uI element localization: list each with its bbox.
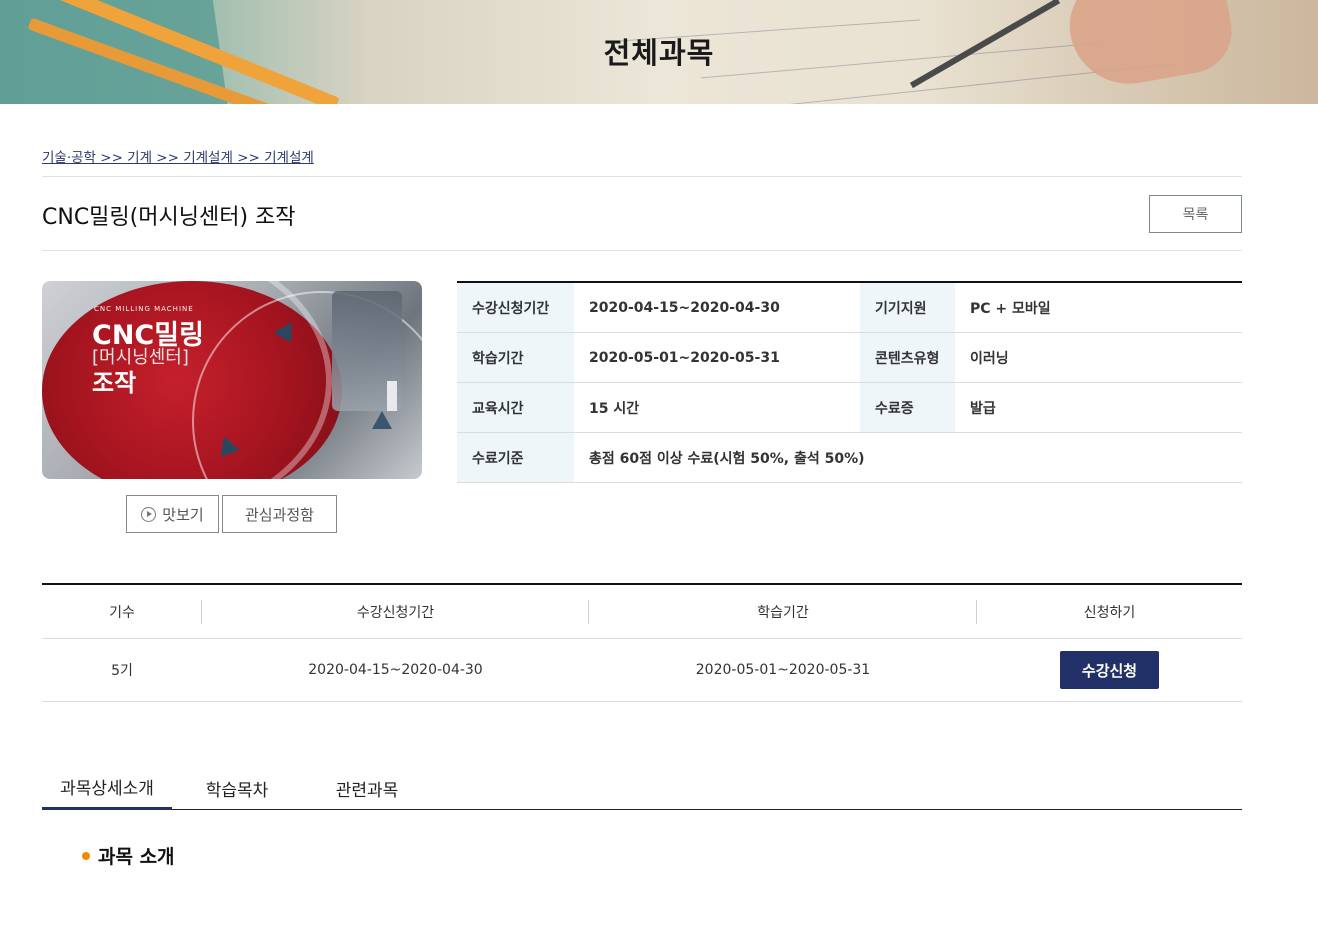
- breadcrumb[interactable]: 기술·공학 >> 기계 >> 기계설계 >> 기계설계: [42, 146, 314, 166]
- course-info-table: 수강신청기간 2020-04-15~2020-04-30 기기지원 PC + 모…: [457, 281, 1242, 483]
- wishlist-button-label: 관심과정함: [244, 505, 314, 524]
- wishlist-button[interactable]: 관심과정함: [222, 495, 337, 533]
- thumbnail-title: 조작: [92, 369, 137, 397]
- info-value: 이러닝: [970, 350, 1009, 367]
- info-row: 수료기준 총점 60점 이상 수료(시험 50%, 출석 50%): [457, 433, 1242, 483]
- thumbnail-decoration: [372, 411, 392, 429]
- tab-curriculum[interactable]: 학습목차: [172, 766, 302, 810]
- play-icon: [141, 506, 157, 522]
- column-header: 기수: [42, 599, 202, 624]
- section-title: 과목 소개: [98, 846, 175, 868]
- table-row: 5기 2020-04-15~2020-04-30 2020-05-01~2020…: [42, 639, 1242, 702]
- schedule-header: 기수 수강신청기간 학습기간 신청하기: [42, 585, 1242, 639]
- detail-tabs: 과목상세소개 학습목차 관련과목: [42, 766, 1242, 810]
- tab-course-detail[interactable]: 과목상세소개: [42, 766, 172, 810]
- apply-period-cell: 2020-04-15~2020-04-30: [308, 662, 483, 678]
- info-label: 수료기준: [457, 433, 574, 482]
- info-value: 2020-05-01~2020-05-31: [589, 349, 780, 366]
- course-thumbnail: CNC MILLING MACHINE CNC밀링 [머시닝센터] 조작: [42, 281, 422, 479]
- info-row: 수강신청기간 2020-04-15~2020-04-30 기기지원 PC + 모…: [457, 283, 1242, 333]
- info-row: 교육시간 15 시간 수료증 발급: [457, 383, 1242, 433]
- preview-button[interactable]: 맛보기: [126, 495, 219, 533]
- study-period-cell: 2020-05-01~2020-05-31: [695, 662, 871, 678]
- info-label: 교육시간: [457, 383, 574, 432]
- preview-button-label: 맛보기: [162, 505, 204, 524]
- info-value: 2020-04-15~2020-04-30: [589, 299, 780, 316]
- column-header: 수강신청기간: [202, 599, 589, 624]
- tab-related-courses[interactable]: 관련과목: [302, 766, 432, 810]
- schedule-table: 기수 수강신청기간 학습기간 신청하기 5기 2020-04-15~2020-0…: [42, 583, 1242, 702]
- info-value: 15 시간: [589, 400, 640, 417]
- column-header: 학습기간: [589, 599, 977, 624]
- info-label: 수강신청기간: [457, 283, 574, 332]
- info-value: 발급: [970, 400, 996, 417]
- info-value: PC + 모바일: [970, 300, 1051, 317]
- section-heading: 과목 소개: [82, 842, 175, 869]
- divider: [42, 250, 1242, 251]
- divider: [42, 176, 1242, 177]
- thumbnail-decoration: [387, 381, 397, 411]
- page-title: 전체과목: [603, 36, 715, 70]
- info-value: 총점 60점 이상 수료(시험 50%, 출석 50%): [589, 450, 865, 467]
- apply-button[interactable]: 수강신청: [1060, 651, 1159, 689]
- info-label: 콘텐츠유형: [860, 333, 955, 382]
- column-header: 신청하기: [1083, 604, 1136, 621]
- info-label: 수료증: [860, 383, 955, 432]
- term-cell: 5기: [111, 663, 133, 679]
- bullet-icon: [82, 851, 90, 860]
- info-row: 학습기간 2020-05-01~2020-05-31 콘텐츠유형 이러닝: [457, 333, 1242, 383]
- thumbnail-subtitle: CNC MILLING MACHINE: [94, 305, 194, 313]
- list-button[interactable]: 목록: [1149, 195, 1242, 233]
- info-label: 기기지원: [860, 283, 955, 332]
- info-label: 학습기간: [457, 333, 574, 382]
- course-title: CNC밀링(머시닝센터) 조작: [42, 205, 296, 230]
- page-banner: 전체과목: [0, 0, 1318, 104]
- action-cell: 수강신청: [977, 651, 1242, 689]
